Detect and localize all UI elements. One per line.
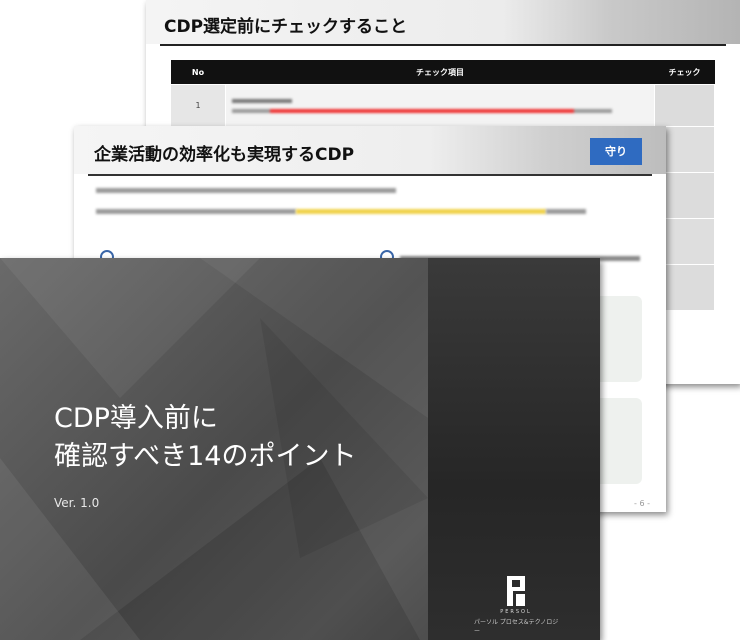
company-name: パーソル プロセス&テクノロジー	[474, 619, 559, 635]
table-header-row: No チェック項目 チェック	[170, 60, 715, 85]
page-number: - 6 -	[634, 499, 650, 508]
category-badge: 守り	[590, 138, 642, 165]
cover-title-line2: 確認すべき14のポイント	[54, 441, 357, 472]
persol-logo-icon	[507, 576, 525, 606]
slide-header: CDP選定前にチェックすること	[146, 0, 740, 44]
version-label: Ver. 1.0	[54, 496, 100, 510]
col-header-check: チェック	[654, 60, 715, 85]
slide-title: CDP選定前にチェックすること	[164, 17, 408, 37]
table-row: 1	[170, 84, 715, 127]
cover-title: CDP導入前に 確認すべき14のポイント	[54, 400, 356, 476]
col-header-no: No	[170, 60, 226, 85]
col-header-item: チェック項目	[225, 60, 655, 85]
persol-logo: PERSOL	[491, 576, 541, 615]
row-no: 1	[170, 84, 226, 127]
row-check	[654, 84, 715, 127]
header-divider	[88, 174, 652, 176]
cover-title-line1: CDP導入前に	[54, 403, 218, 434]
slide-title: 企業活動の効率化も実現するCDP	[94, 145, 355, 165]
header-divider	[160, 44, 726, 46]
slide-cover: CDP導入前に 確認すべき14のポイント Ver. 1.0 PERSOL パーソ…	[0, 258, 600, 640]
slide-header: 企業活動の効率化も実現するCDP 守り	[74, 126, 666, 174]
row-item-obscured	[225, 84, 655, 127]
brand-name: PERSOL	[500, 609, 532, 615]
